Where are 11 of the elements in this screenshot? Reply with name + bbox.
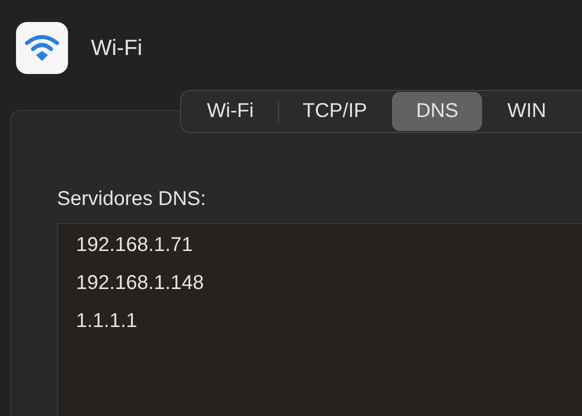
window-title: Wi-Fi	[91, 35, 142, 61]
dns-server-entry[interactable]: 192.168.1.148	[76, 264, 204, 302]
dns-server-entry[interactable]: 192.168.1.71	[76, 226, 193, 264]
tab[interactable]: Wi-Fi	[183, 92, 278, 131]
dns-server-entry[interactable]: 1.1.1.1	[76, 302, 138, 340]
tab[interactable]: DNS	[392, 92, 482, 131]
wifi-icon	[16, 22, 68, 74]
dns-servers-label: Servidores DNS:	[57, 188, 207, 211]
dns-server-list[interactable]: 192.168.1.71 192.168.1.148 1.1.1.1	[57, 223, 582, 416]
tab[interactable]: TCP/IP	[278, 92, 392, 131]
tab[interactable]: WIN	[483, 92, 570, 131]
